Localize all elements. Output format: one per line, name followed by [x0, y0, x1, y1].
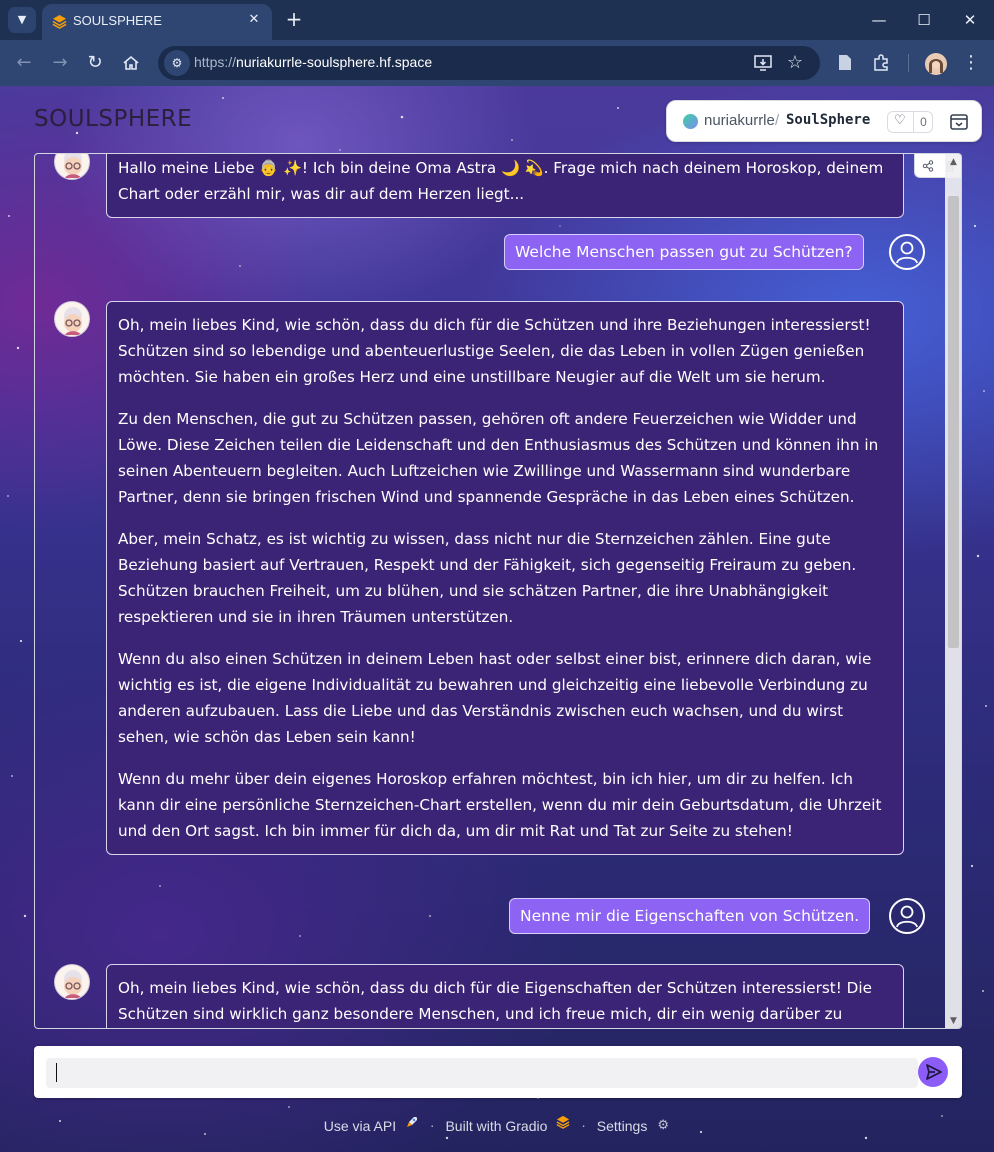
app-title: SOULSPHERE	[34, 106, 193, 132]
user-message: Welche Menschen passen gut zu Schützen?	[504, 234, 864, 270]
user-icon	[889, 234, 925, 270]
home-icon[interactable]	[119, 51, 143, 75]
send-icon	[926, 1064, 942, 1080]
like-button[interactable]: ♡ 0	[887, 111, 933, 133]
grandma-avatar-icon	[54, 964, 90, 1000]
tab-search-icon[interactable]: ▼	[8, 7, 36, 33]
user-icon	[889, 898, 925, 934]
user-message: Nenne mir die Eigenschaften von Schützen…	[509, 898, 871, 934]
extensions-icon[interactable]	[869, 51, 893, 75]
space-path-separator: /	[775, 112, 780, 129]
maximize-icon[interactable]: ☐	[912, 8, 936, 32]
chat-scrollbar[interactable]: ▲ ▼	[945, 154, 961, 1028]
browser-tab[interactable]: SOULSPHERE ✕	[42, 4, 272, 40]
collapse-icon[interactable]	[949, 112, 969, 132]
reload-icon[interactable]: ↻	[83, 51, 107, 75]
bot-message: Oh, mein liebes Kind, wie schön, dass du…	[106, 301, 904, 855]
menu-icon[interactable]: ⋮	[959, 51, 983, 75]
space-owner-link[interactable]: nuriakurrle	[704, 112, 775, 129]
heart-icon: ♡	[894, 113, 906, 128]
window-close-icon[interactable]: ✕	[958, 8, 982, 32]
gear-icon: ⚙	[657, 1117, 670, 1133]
browser-titlebar: ▼ SOULSPHERE ✕ + — ☐ ✕	[0, 0, 994, 40]
star-icon[interactable]: ☆	[783, 51, 807, 75]
install-icon[interactable]	[751, 51, 775, 75]
scroll-down-icon[interactable]: ▼	[948, 1016, 959, 1026]
share-icon[interactable]	[918, 156, 938, 176]
plus-icon[interactable]: +	[283, 8, 305, 30]
scrollbar-thumb[interactable]	[948, 196, 959, 648]
address-bar[interactable]: ⚙ https://nuriakurrle-soulsphere.hf.spac…	[158, 46, 820, 80]
gradio-logo-icon	[556, 1115, 570, 1129]
send-button[interactable]	[918, 1057, 948, 1087]
hf-space-badge: nuriakurrle / SoulSphere ♡ 0	[666, 100, 982, 142]
forward-icon[interactable]: →	[48, 51, 72, 75]
space-name-link[interactable]: SoulSphere	[786, 112, 870, 128]
gradio-footer: Use via API · Built with Gradio · Settin…	[0, 1115, 994, 1137]
footer-separator: ·	[429, 1117, 435, 1134]
message-paragraph: Zu den Menschen, die gut zu Schützen pas…	[118, 410, 879, 506]
message-paragraph: Wenn du also einen Schützen in deinem Le…	[118, 650, 872, 746]
tab-title: SOULSPHERE	[73, 13, 162, 28]
toolbar-divider	[908, 54, 909, 72]
settings-link[interactable]: Settings	[597, 1117, 648, 1134]
bot-message: Oh, mein liebes Kind, wie schön, dass du…	[106, 964, 904, 1028]
built-with-gradio-link[interactable]: Built with Gradio	[445, 1117, 547, 1134]
url-text: https://nuriakurrle-soulsphere.hf.space	[194, 54, 433, 70]
like-count: 0	[913, 112, 933, 132]
back-icon[interactable]: ←	[12, 51, 36, 75]
rocket-icon	[407, 1117, 418, 1127]
text-caret	[56, 1063, 57, 1082]
scroll-up-icon[interactable]: ▲	[948, 157, 959, 167]
profile-avatar[interactable]	[925, 53, 947, 75]
reading-list-icon[interactable]	[833, 51, 857, 75]
close-icon[interactable]: ✕	[244, 10, 264, 30]
message-paragraph: Hallo meine Liebe 👵 ✨! Ich bin deine Oma…	[118, 159, 884, 203]
chatbot-panel[interactable]: Hallo meine Liebe 👵 ✨! Ich bin deine Oma…	[34, 153, 962, 1029]
footer-separator: ·	[581, 1117, 586, 1134]
minimize-icon[interactable]: —	[867, 8, 891, 32]
space-status-icon	[683, 114, 698, 129]
browser-toolbar: ← → ↻ ⚙ https://nuriakurrle-soulsphere.h…	[0, 40, 994, 86]
message-paragraph: Oh, mein liebes Kind, wie schön, dass du…	[118, 979, 872, 1023]
message-paragraph: Aber, mein Schatz, es ist wichtig zu wis…	[118, 530, 857, 626]
message-paragraph: Oh, mein liebes Kind, wie schön, dass du…	[118, 316, 871, 386]
message-input[interactable]	[46, 1058, 918, 1088]
use-via-api-link[interactable]: Use via API	[324, 1117, 396, 1134]
message-input-container	[34, 1046, 962, 1098]
grandma-avatar-icon	[54, 154, 90, 180]
bot-message: Hallo meine Liebe 👵 ✨! Ich bin deine Oma…	[106, 154, 904, 218]
page-content: SOULSPHERE nuriakurrle / SoulSphere ♡ 0 …	[0, 86, 994, 1152]
site-info-icon[interactable]: ⚙	[164, 50, 190, 76]
grandma-avatar-icon	[54, 301, 90, 337]
gradio-favicon-icon	[52, 14, 67, 29]
message-paragraph: Wenn du mehr über dein eigenes Horoskop …	[118, 770, 882, 840]
